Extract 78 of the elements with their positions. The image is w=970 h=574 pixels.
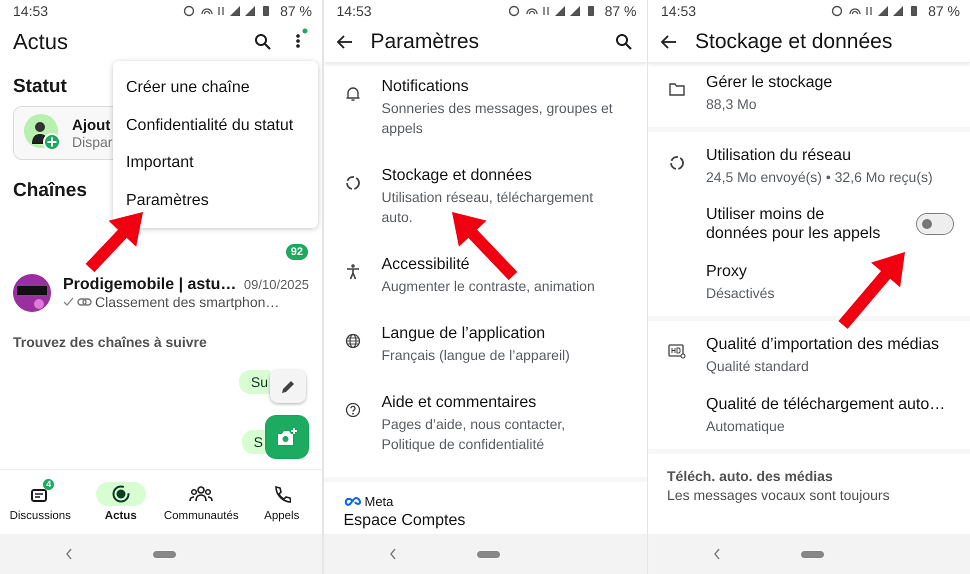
check-icon	[63, 297, 74, 307]
search-icon[interactable]	[614, 33, 632, 51]
menu-item[interactable]: Paramètres	[113, 182, 318, 219]
meta-label: Meta	[364, 494, 394, 509]
unread-count-badge: 92	[286, 244, 308, 260]
infinity-logo-icon	[344, 496, 362, 506]
home-handle[interactable]	[801, 550, 824, 558]
nav-tab[interactable]: Communautés	[161, 482, 242, 522]
nav-tab[interactable]: Actus	[80, 482, 161, 522]
pencil-icon	[280, 378, 296, 394]
screen-title: Paramètres	[370, 30, 480, 54]
help-icon	[344, 402, 360, 418]
section-heading: Statut	[13, 76, 67, 98]
back-chevron-icon[interactable]	[713, 548, 721, 560]
globe-icon	[344, 333, 360, 349]
home-handle[interactable]	[476, 550, 500, 558]
channel-preview: Classement des smartphon…	[95, 294, 280, 310]
unread-badge: 4	[43, 479, 54, 490]
channel-avatar-icon	[13, 274, 51, 312]
battery-level: 87 %	[280, 3, 312, 19]
setting-label: Utiliser moins de données pour les appels	[706, 205, 882, 243]
channel-date: 09/10/2025	[244, 277, 309, 292]
search-icon[interactable]	[254, 33, 272, 51]
settings-item[interactable]: Notifications Sonneries des messages, groupes et appels	[324, 63, 646, 152]
settings-item[interactable]: Proxy Désactivés	[648, 252, 970, 312]
settings-item[interactable]: Utilisation du réseau 24,5 Mo envoyé(s) • 32,6 Mo reçu(s)	[648, 136, 970, 196]
avatar-icon	[24, 114, 62, 152]
folder-icon	[669, 82, 685, 96]
camera-fab[interactable]	[265, 415, 309, 459]
channel-row[interactable]: Prodigemobile | astu… 09/10/2025 Classement des smartphon…	[0, 260, 322, 312]
edit-fab[interactable]	[270, 370, 306, 403]
menu-item[interactable]: Confidentialité du statut	[113, 106, 318, 144]
settings-item[interactable]: Qualité d’importation des médias Qualité standard	[648, 325, 970, 385]
section-heading: Chaînes	[13, 180, 87, 202]
more-options-icon[interactable]	[294, 28, 308, 50]
section-description: Les messages vocaux sont toujours	[667, 486, 891, 504]
screen-title: Stockage et données	[695, 30, 894, 54]
bell-icon	[346, 86, 360, 102]
accessibility-icon	[346, 264, 360, 280]
settings-item[interactable]: Stockage et données Utilisation réseau, téléchargement auto.	[324, 152, 646, 241]
back-arrow-icon[interactable]	[661, 35, 677, 49]
settings-item[interactable]: Accessibilité Augmenter le contraste, animation	[324, 241, 646, 310]
settings-item[interactable]: Qualité de téléchargement auto… Automatique	[648, 385, 970, 445]
nav-tab[interactable]: 4 Discussions	[0, 482, 80, 522]
accounts-center-link[interactable]: Espace Comptes	[344, 512, 466, 530]
battery-level: 87 %	[604, 3, 636, 19]
phone-icon	[272, 485, 291, 503]
data-usage-icon	[669, 155, 685, 171]
camera-plus-icon	[276, 427, 298, 447]
hd-settings-icon	[668, 344, 686, 359]
suggestion-heading: Trouvez des chaînes à suivre	[13, 334, 207, 350]
home-handle[interactable]	[153, 550, 176, 558]
status-card-subtitle: Dispar	[72, 134, 112, 150]
people-icon	[189, 485, 214, 503]
screen-title: Actus	[13, 29, 70, 55]
settings-item[interactable]: Langue de l’application Français (langue de l’appareil)	[324, 310, 646, 379]
settings-item[interactable]: Gérer le stockage 88,3 Mo	[648, 63, 970, 123]
clock-time: 14:53	[336, 3, 372, 19]
clock-time: 14:53	[661, 3, 696, 19]
section-heading: Téléch. auto. des médias	[667, 467, 834, 486]
clock-time: 14:53	[13, 3, 48, 19]
follow-button[interactable]: S	[242, 430, 265, 454]
back-chevron-icon[interactable]	[388, 548, 396, 560]
follow-button[interactable]: Su	[238, 370, 270, 394]
nav-tab[interactable]: Appels	[242, 482, 322, 522]
menu-item[interactable]: Important	[113, 144, 318, 182]
link-icon	[77, 297, 92, 307]
toggle-switch[interactable]	[916, 213, 954, 235]
back-arrow-icon[interactable]	[336, 35, 352, 49]
menu-item[interactable]: Créer une chaîne	[113, 69, 318, 106]
data-usage-icon	[344, 175, 360, 191]
status-ring-icon	[110, 484, 131, 504]
back-chevron-icon[interactable]	[65, 548, 73, 560]
battery-level: 87 %	[928, 3, 960, 19]
channel-name: Prodigemobile | astu…	[63, 276, 236, 294]
pointer-arrow	[86, 212, 143, 272]
status-card-title: Ajout	[72, 116, 112, 134]
settings-item[interactable]: Aide et commentaires Pages d’aide, nous contacter, Politique de confidentialité	[324, 379, 646, 468]
